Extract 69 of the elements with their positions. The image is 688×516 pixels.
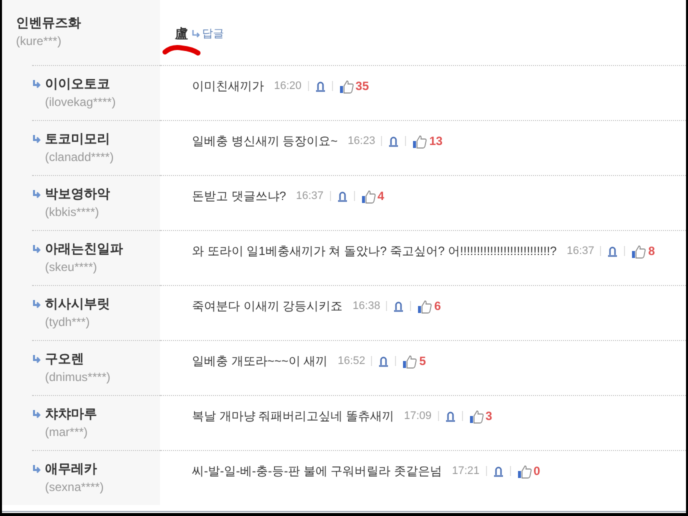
user-id: (clanadd****) [44,149,114,166]
report-icon[interactable] [314,80,326,92]
thumbs-up-icon[interactable] [631,244,648,258]
reply-arrow-icon [32,80,41,88]
report-icon[interactable] [388,136,400,146]
comment-text: 일베충 병신새끼 등장이요~ [192,133,338,150]
author-name: 아래는친일파 [45,240,123,258]
thumbs-up-icon[interactable] [360,188,377,204]
user-id: (mar***) [44,424,88,441]
thumbs-up-icon[interactable] [417,298,434,314]
comment-time: 16:38 [352,298,380,314]
report-icon[interactable] [444,410,456,422]
user-id: (skeu****) [44,259,98,276]
comment-time: 16:23 [348,134,376,149]
comment-text: 일베충 개또라~~~이 새끼 [192,353,328,370]
user-id: (ilovekag****) [44,94,116,111]
comment-time: 17:21 [452,464,480,479]
user-id: (kbkis****) [44,204,100,221]
comment-text: 와 또라이 일1베충새끼가 쳐 돌았나? 죽고싶어? 어!!!!!!!!!!!!!!!!!!!!!!!!!!!? [192,243,557,260]
user-id: (tydh***) [44,314,90,331]
thumbs-up-icon[interactable] [402,354,418,368]
like-count: 35 [356,78,369,95]
report-icon[interactable] [378,356,390,366]
report-icon[interactable] [607,246,618,256]
author-name: 챠챠마루 [45,405,97,423]
comment-text: 이미친새끼가 [192,78,264,95]
thumbs-up-icon[interactable] [468,408,485,424]
thumbs-up-icon[interactable] [338,78,355,94]
report-icon[interactable] [492,466,504,476]
like-count: 3 [486,408,492,425]
reply-arrow-icon [32,134,41,144]
author-name: 히사시부릿 [45,295,110,313]
like-count: 4 [378,188,384,205]
comment-time: 16:37 [296,188,324,204]
report-icon[interactable] [336,190,348,202]
comment-time: 17:09 [404,408,432,424]
like-count: 8 [648,243,655,260]
comment-text: 盧 [175,25,188,43]
reply-arrow-icon [192,30,200,38]
reply-arrow-icon [32,464,41,474]
user-id: (dnimus****) [44,369,110,386]
author-name: 이이오토코 [45,75,110,93]
reply-arrow-icon [32,244,41,254]
author-name: 토코미모리 [45,130,110,148]
reply-arrow-icon [32,354,41,364]
thumbs-up-icon[interactable] [412,134,428,148]
user-id: (kure***) [16,33,62,50]
like-count: 6 [434,298,441,315]
like-count: 5 [419,353,426,370]
reply-arrow-icon [32,190,41,198]
like-count: 0 [534,463,540,480]
reply-link[interactable]: 답글 [192,26,224,42]
reply-arrow-icon [32,300,41,308]
reply-arrow-icon [32,410,41,418]
comment-text: 돈받고 댓글쓰냐? [192,188,286,205]
like-count: 13 [429,133,443,150]
comment-time: 16:20 [274,78,302,94]
comment-text: 죽여분다 이새끼 강등시키죠 [192,298,343,315]
comment-time: 16:52 [338,354,366,369]
author-name: 박보영하악 [45,185,110,203]
comment-text: 씨-발-일-베-충-등-판 불에 구워버릴라 좃같은넘 [192,463,442,480]
user-id: (sexna****) [44,479,104,496]
thumbs-up-icon[interactable] [516,464,533,478]
author-name: 애무레카 [45,460,97,478]
report-icon[interactable] [393,300,404,312]
author-name: 인벤뮤즈화 [16,14,81,32]
author-name: 구오렌 [45,350,84,368]
comment-time: 16:37 [566,244,594,259]
comment-text: 복날 개마냥 줘패버리고싶네 똘츄새끼 [192,408,394,425]
